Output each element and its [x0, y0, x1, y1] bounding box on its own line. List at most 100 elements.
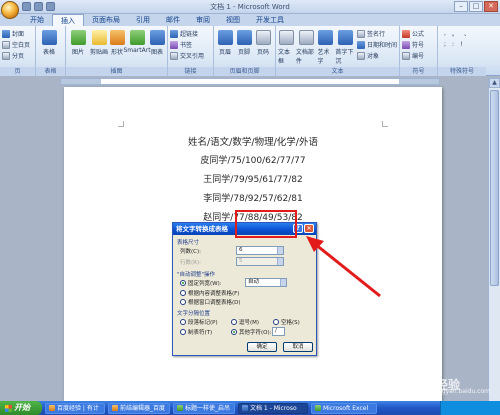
object-button[interactable]: 对象	[357, 50, 397, 61]
ok-button[interactable]: 确定	[247, 342, 277, 352]
ribbon: 封面 空白页 分页 页 表格 表格 图片 剪贴画 形状 SmartArt 图表 …	[0, 26, 500, 76]
comma-radio[interactable]: 逗号(M)	[231, 318, 259, 326]
taskbar-item-excel[interactable]: Microsoft Excel	[311, 402, 377, 414]
taskbar-item[interactable]: 百度经验 | 有计	[45, 402, 105, 414]
hyperlink-button[interactable]: 超链接	[170, 28, 211, 39]
tab-page-layout[interactable]: 页面布局	[84, 14, 128, 26]
numbering-button[interactable]: 编号	[402, 50, 435, 61]
spinner-arrows-icon[interactable]	[277, 247, 283, 254]
word-icon	[242, 405, 248, 411]
document-line: 姓名/语文/数学/物理/化学/外语	[187, 137, 318, 148]
page-break-button[interactable]: 分页	[2, 50, 33, 61]
group-label-header-footer: 页眉和页脚	[214, 67, 275, 76]
fixed-width-radio[interactable]: 固定列宽(W):	[180, 279, 222, 287]
close-button[interactable]: ✕	[484, 1, 498, 12]
dialog-title: 将文字转换成表格	[176, 225, 228, 233]
columns-label: 列数(C):	[180, 249, 201, 255]
group-special-symbols: , 。、 ;:! 特殊符号	[438, 26, 486, 76]
group-label-links: 链接	[168, 67, 213, 76]
special-symbols-row-1[interactable]: , 。、	[440, 28, 484, 39]
rows-label: 行数(R):	[180, 260, 201, 266]
drop-cap-button[interactable]: 首字下沉	[335, 28, 356, 65]
columns-spinner[interactable]: 6	[236, 246, 284, 255]
tab-char-radio[interactable]: 制表符(T)	[180, 328, 212, 336]
system-tray	[440, 401, 500, 415]
watermark-url: jingyan.baidu.com	[434, 388, 490, 395]
clipart-button[interactable]: 剪贴画	[89, 28, 109, 56]
comma-symbol-icon: ,	[444, 30, 446, 37]
tab-mailings[interactable]: 邮件	[158, 14, 188, 26]
group-label-table: 表格	[36, 67, 65, 76]
scrollbar-thumb[interactable]	[490, 90, 499, 286]
period-symbol-icon: 。	[451, 31, 458, 38]
quick-parts-button[interactable]: 文档部件	[296, 28, 317, 65]
vertical-scrollbar[interactable]: ▲	[488, 78, 500, 401]
header-button[interactable]: 页眉	[216, 28, 234, 56]
title-bar: 文档 1 - Microsoft Word – □ ✕	[0, 0, 500, 19]
page-number-button[interactable]: 页码	[254, 28, 272, 56]
document-line: 王同学/79/95/61/77/82	[203, 175, 303, 185]
taskbar-item-word[interactable]: 文档 1 - Microso	[238, 402, 308, 414]
other-char-input[interactable]: /	[272, 327, 285, 336]
wordart-button[interactable]: 艺术字	[318, 28, 335, 65]
taskbar-item[interactable]: 标题一样使_启吊	[173, 402, 235, 414]
taskbar-item[interactable]: 前结编辑器_百度	[108, 402, 170, 414]
dialog-close-button[interactable]: ✕	[304, 224, 314, 233]
other-char-radio[interactable]: 其他字符(O):	[231, 328, 271, 336]
radio-icon	[231, 319, 237, 325]
space-radio[interactable]: 空格(S)	[273, 318, 300, 326]
tab-review[interactable]: 审阅	[188, 14, 218, 26]
shapes-button[interactable]: 形状	[109, 28, 125, 56]
cover-page-button[interactable]: 封面	[2, 28, 33, 39]
text-box-button[interactable]: 文本框	[278, 28, 295, 65]
cover-page-icon	[2, 29, 10, 38]
paragraph-mark-radio[interactable]: 段落标记(P)	[180, 318, 218, 326]
start-button[interactable]: 开始	[0, 401, 42, 415]
tab-view[interactable]: 视图	[218, 14, 248, 26]
special-symbols-row-2[interactable]: ;:!	[440, 39, 484, 50]
chart-button[interactable]: 图表	[149, 28, 165, 56]
table-icon	[41, 30, 57, 45]
fit-content-radio[interactable]: 根据内容调整表格(F)	[180, 289, 239, 297]
fixed-width-combo[interactable]: 自动	[245, 278, 287, 287]
tab-developer[interactable]: 开发工具	[248, 14, 292, 26]
smartart-button[interactable]: SmartArt	[123, 28, 151, 54]
wordart-icon	[318, 30, 334, 45]
signature-line-button[interactable]: 签名行	[357, 28, 397, 39]
footer-button[interactable]: 页脚	[235, 28, 253, 56]
minimize-button[interactable]: –	[454, 1, 468, 12]
ribbon-tabs: 开始 插入 页面布局 引用 邮件 审阅 视图 开发工具	[0, 14, 500, 26]
group-label-text: 文本	[276, 67, 399, 76]
tab-references[interactable]: 引用	[128, 14, 158, 26]
spinner-arrows-icon[interactable]	[280, 279, 286, 286]
tab-insert[interactable]: 插入	[52, 14, 84, 26]
symbol-button[interactable]: 符号	[402, 39, 435, 50]
text-box-icon	[278, 30, 294, 45]
table-button[interactable]: 表格	[38, 28, 60, 56]
group-text: 文本框 文档部件 艺术字 首字下沉 签名行 日期和时间 对象 文本	[276, 26, 400, 76]
picture-icon	[70, 30, 86, 45]
drop-cap-icon	[338, 30, 354, 45]
office-button[interactable]	[1, 1, 19, 19]
clipart-icon	[91, 30, 107, 45]
cancel-button[interactable]: 取消	[283, 342, 313, 352]
cross-reference-button[interactable]: 交叉引用	[170, 50, 211, 61]
picture-button[interactable]: 图片	[68, 28, 88, 56]
tab-home[interactable]: 开始	[22, 14, 52, 26]
columns-value: 6	[239, 247, 243, 253]
fit-window-radio[interactable]: 根据窗口调整表格(D)	[180, 298, 241, 306]
colon-symbol-icon: :	[452, 41, 455, 48]
equation-button[interactable]: 公式	[402, 28, 435, 39]
annotation-highlight-box	[235, 210, 297, 238]
horizontal-ruler[interactable]	[60, 78, 440, 85]
rows-value: 5	[239, 258, 243, 264]
svg-text:Bai: Bai	[388, 377, 413, 392]
blank-page-button[interactable]: 空白页	[2, 39, 33, 50]
page-number-icon	[255, 30, 271, 45]
scroll-up-icon[interactable]: ▲	[489, 78, 500, 88]
exclaim-symbol-icon: !	[460, 41, 463, 48]
blank-page-icon	[2, 40, 10, 49]
bookmark-button[interactable]: 书签	[170, 39, 211, 50]
maximize-button[interactable]: □	[469, 1, 483, 12]
date-time-button[interactable]: 日期和时间	[357, 39, 397, 50]
